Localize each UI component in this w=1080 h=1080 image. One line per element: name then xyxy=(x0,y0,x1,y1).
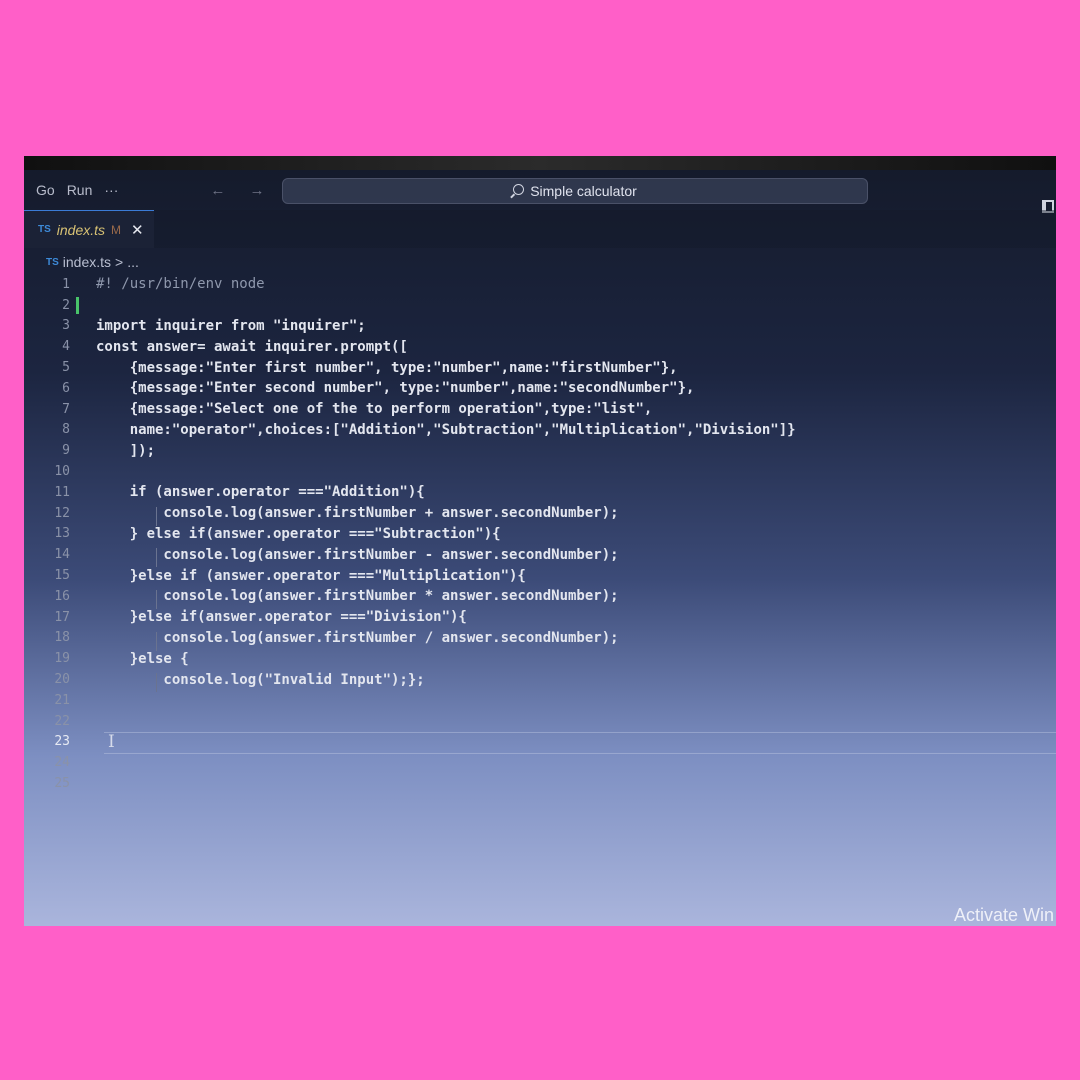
line-number: 1 xyxy=(62,276,70,292)
line-number: 6 xyxy=(62,380,70,396)
line-number: 7 xyxy=(62,401,70,417)
code-text: }else if(answer.operator ==="Division"){ xyxy=(96,609,467,626)
code-line[interactable]: 17 }else if(answer.operator ==="Division… xyxy=(24,607,1056,628)
code-text: {message:"Enter first number", type:"num… xyxy=(96,359,678,376)
code-text: {message:"Enter second number", type:"nu… xyxy=(96,380,695,397)
code-text: console.log("Invalid Input");}; xyxy=(96,671,425,688)
code-line[interactable]: 24 xyxy=(24,752,1056,773)
menu-run[interactable]: Run xyxy=(67,182,93,198)
code-line[interactable]: 7 {message:"Select one of the to perform… xyxy=(24,399,1056,420)
line-number: 5 xyxy=(62,360,70,376)
code-editor[interactable]: 1 #! /usr/bin/env node 2 3 import inquirer f… xyxy=(24,274,1056,834)
line-number: 14 xyxy=(54,547,70,563)
code-line[interactable]: 25 xyxy=(24,773,1056,794)
back-forward-arrows-icon[interactable]: ← → xyxy=(210,182,274,199)
line-number: 13 xyxy=(54,526,70,542)
code-line[interactable]: 20 console.log("Invalid Input");}; xyxy=(24,669,1056,693)
code-line[interactable]: 18 console.log(answer.firstNumber / answ… xyxy=(24,628,1056,651)
line-number: 3 xyxy=(62,318,70,334)
line-number: 12 xyxy=(54,505,70,521)
code-line[interactable]: 23 I xyxy=(24,731,1056,755)
code-text: console.log(answer.firstNumber - answer.… xyxy=(96,546,619,563)
code-line[interactable]: 9 ]); xyxy=(24,440,1056,461)
code-line[interactable]: 6 {message:"Enter second number", type:"… xyxy=(24,378,1056,399)
line-number: 9 xyxy=(62,443,70,459)
code-text: }else if (answer.operator ==="Multiplica… xyxy=(96,567,526,584)
code-line[interactable]: 4 const answer= await inquirer.prompt([ xyxy=(24,336,1056,357)
code-text: const answer= await inquirer.prompt([ xyxy=(96,338,408,355)
code-text: name:"operator",choices:["Addition","Sub… xyxy=(96,421,796,438)
typescript-file-icon: TS xyxy=(46,256,59,268)
code-text: console.log(answer.firstNumber * answer.… xyxy=(96,588,619,605)
search-text: Simple calculator xyxy=(530,183,637,199)
tab-label: index.ts xyxy=(56,221,106,238)
code-line[interactable]: 16 console.log(answer.firstNumber * answ… xyxy=(24,586,1056,609)
line-number: 11 xyxy=(54,484,70,500)
code-text: }else { xyxy=(96,650,189,667)
code-line[interactable]: 8 name:"operator",choices:["Addition","S… xyxy=(24,420,1056,441)
code-text: import inquirer from "inquirer"; xyxy=(96,317,366,334)
line-number: 15 xyxy=(54,568,70,584)
code-line[interactable]: 10 xyxy=(24,461,1056,482)
code-text: {message:"Select one of the to perform o… xyxy=(96,401,653,418)
line-number: 2 xyxy=(62,297,70,313)
code-line[interactable]: 15 }else if (answer.operator ==="Multipl… xyxy=(24,565,1056,586)
close-icon[interactable]: ✕ xyxy=(131,221,144,239)
monitor-bezel xyxy=(24,156,1056,170)
code-text: #! /usr/bin/env node xyxy=(96,276,265,293)
monitor-screen: Go Run ··· ← → Simple calculator TS inde… xyxy=(24,156,1056,926)
breadcrumb-more[interactable]: ... xyxy=(127,254,139,270)
code-line[interactable]: 3 import inquirer from "inquirer"; xyxy=(24,316,1056,337)
modified-badge: M xyxy=(111,222,122,237)
code-line[interactable]: 22 xyxy=(24,711,1056,732)
line-number: 10 xyxy=(54,464,70,480)
line-number: 19 xyxy=(54,651,70,667)
search-icon xyxy=(513,183,525,195)
breadcrumb-file[interactable]: index.ts xyxy=(63,254,111,270)
breadcrumb-separator: > xyxy=(115,254,124,270)
code-line[interactable]: 12 console.log(answer.firstNumber + answ… xyxy=(24,503,1056,526)
command-center-search[interactable]: Simple calculator xyxy=(282,178,868,204)
line-number: 20 xyxy=(54,672,70,688)
tab-index-ts[interactable]: TS index.ts M ✕ xyxy=(24,210,154,248)
code-line[interactable]: 21 xyxy=(24,690,1056,711)
line-number: 17 xyxy=(54,609,70,625)
code-line[interactable]: 11 if (answer.operator ==="Addition"){ xyxy=(24,482,1056,503)
line-number: 18 xyxy=(54,630,70,646)
line-number: 16 xyxy=(54,588,70,604)
line-number: 25 xyxy=(54,776,70,792)
title-bar: Go Run ··· ← → Simple calculator xyxy=(24,170,1056,210)
menu-go[interactable]: Go xyxy=(36,182,55,198)
line-number: 22 xyxy=(54,713,70,729)
line-number: 24 xyxy=(54,755,70,771)
menu-more[interactable]: ··· xyxy=(104,182,118,198)
typescript-file-icon: TS xyxy=(38,224,51,235)
code-text: ]); xyxy=(96,442,156,459)
editor-tab-bar: TS index.ts M ✕ xyxy=(24,210,1056,248)
text-cursor-icon: I xyxy=(108,731,115,752)
code-line[interactable]: 14 console.log(answer.firstNumber - answ… xyxy=(24,544,1056,568)
code-line[interactable]: 1 #! /usr/bin/env node xyxy=(24,274,1056,295)
breadcrumb: TS index.ts > ... xyxy=(46,252,139,272)
code-line[interactable]: 5 {message:"Enter first number", type:"n… xyxy=(24,357,1056,378)
current-line-highlight xyxy=(104,731,1056,755)
code-line[interactable]: 2 xyxy=(24,295,1056,316)
line-number: 4 xyxy=(62,339,70,355)
code-text: console.log(answer.firstNumber + answer.… xyxy=(96,505,619,522)
line-number: 8 xyxy=(62,422,70,438)
activate-windows-watermark: Activate Win xyxy=(953,905,1054,925)
code-text: } else if(answer.operator ==="Subtractio… xyxy=(96,525,501,542)
code-line[interactable]: 13 } else if(answer.operator ==="Subtrac… xyxy=(24,524,1056,545)
git-modified-indicator xyxy=(76,296,79,314)
line-number: 21 xyxy=(54,692,70,708)
code-text: if (answer.operator ==="Addition"){ xyxy=(96,484,425,501)
line-number: 23 xyxy=(54,734,70,750)
code-text: console.log(answer.firstNumber / answer.… xyxy=(96,629,619,646)
code-line[interactable]: 19 }else { xyxy=(24,648,1056,669)
